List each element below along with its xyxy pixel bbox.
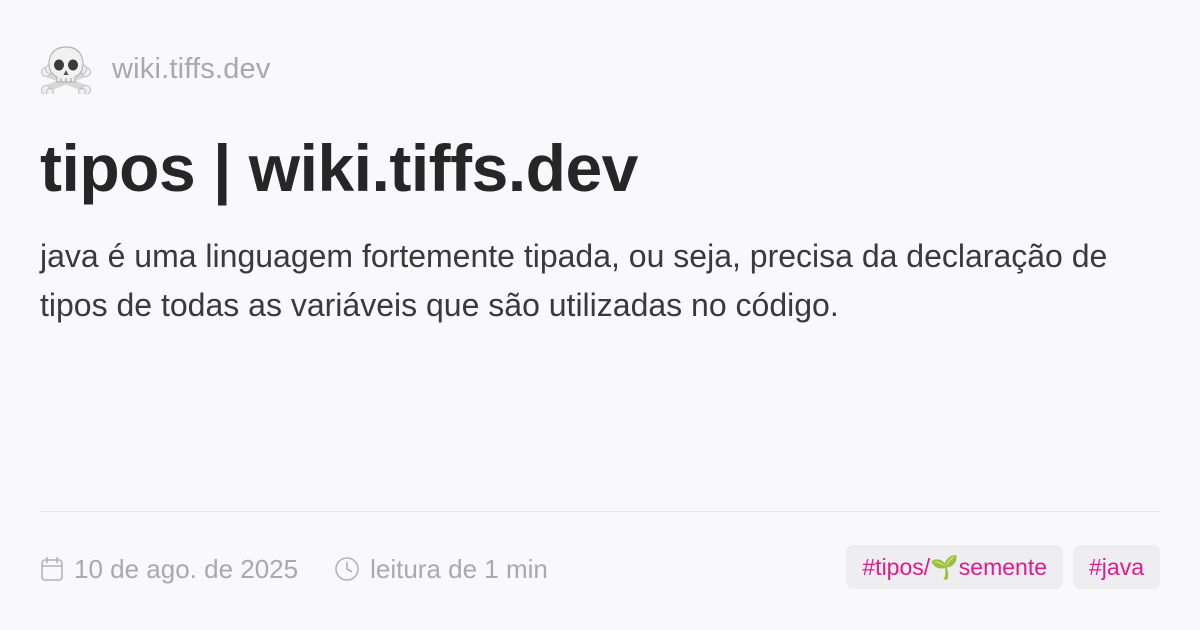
divider <box>40 511 1160 512</box>
publish-date-text: 10 de ago. de 2025 <box>74 553 299 584</box>
tag-java[interactable]: #java <box>1073 545 1160 589</box>
calendar-icon <box>40 556 64 582</box>
tag-list: #tipos/🌱semente #java <box>846 545 1160 589</box>
page-title: tipos | wiki.tiffs.dev <box>40 131 638 205</box>
tag-tipos-semente[interactable]: #tipos/🌱semente <box>846 545 1064 589</box>
preview-card: wiki.tiffs.dev tipos | wiki.tiffs.dev ja… <box>0 0 1200 630</box>
page-description: java é uma linguagem fortemente tipada, … <box>40 238 1108 323</box>
clock-icon <box>334 556 360 582</box>
reading-time: leitura de 1 min <box>334 554 548 585</box>
skull-crossbones-icon <box>40 44 92 94</box>
site-name[interactable]: wiki.tiffs.dev <box>112 44 271 94</box>
publish-date: 10 de ago. de 2025 <box>40 554 298 585</box>
meta-row: 10 de ago. de 2025 leitura de 1 min <box>40 547 548 591</box>
reading-time-text: leitura de 1 min <box>370 553 548 584</box>
site-header: wiki.tiffs.dev <box>40 44 271 94</box>
